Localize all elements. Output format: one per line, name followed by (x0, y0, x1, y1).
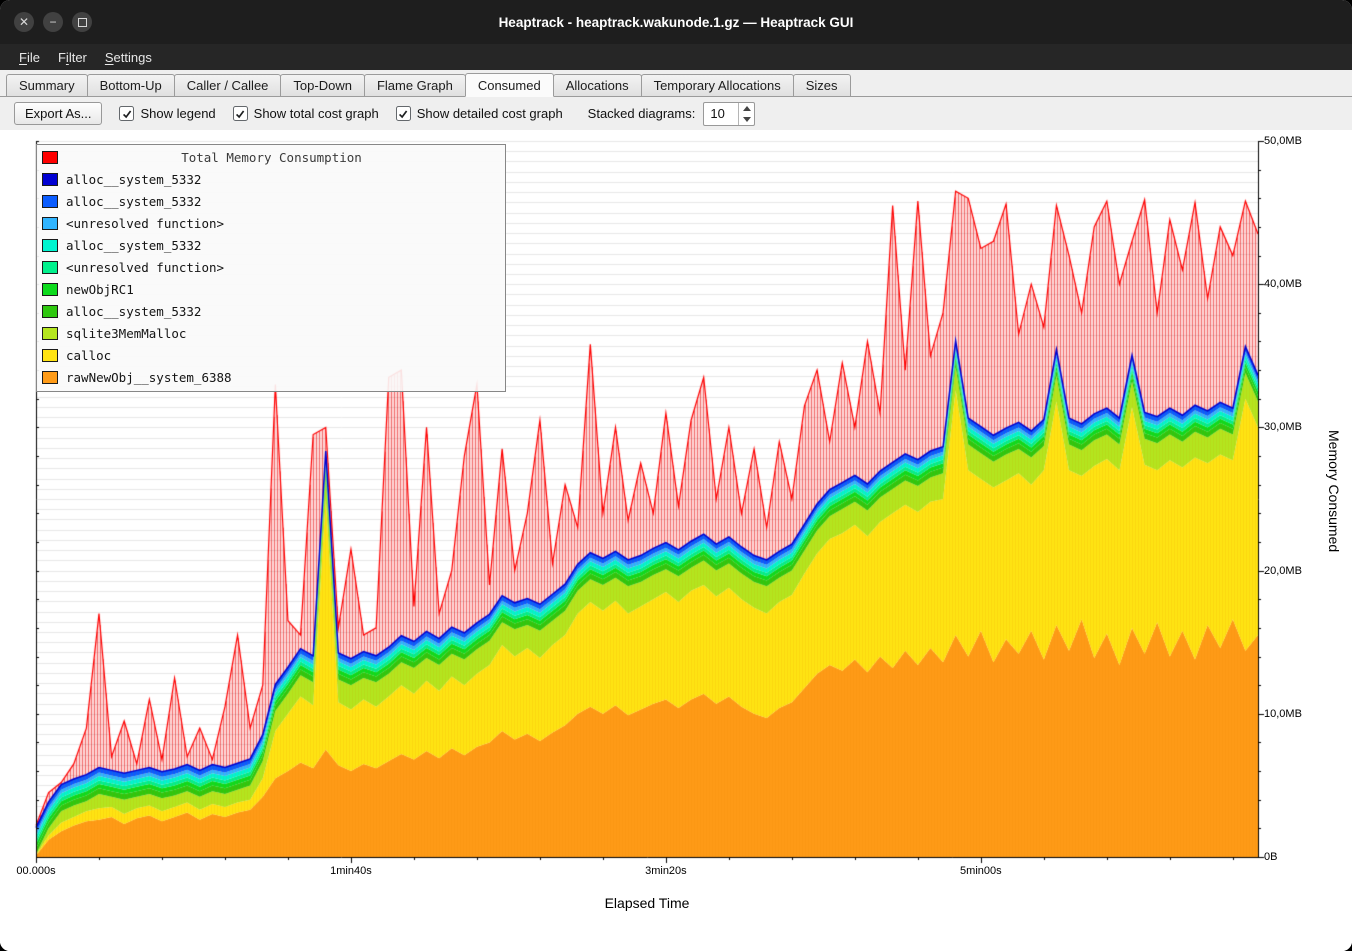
legend-item-label: <unresolved function> (66, 260, 224, 275)
legend-swatch (42, 151, 58, 164)
checkbox-label: Show detailed cost graph (417, 106, 563, 121)
window-controls: ✕ − (14, 12, 92, 32)
tab-flame-graph[interactable]: Flame Graph (364, 74, 466, 96)
stacked-diagrams-spinbox[interactable]: 10 (703, 102, 755, 126)
x-axis-tick-label: 00.000s (0, 865, 76, 877)
menu-file[interactable]: File (10, 47, 49, 68)
tab-bottom-up[interactable]: Bottom-Up (87, 74, 175, 96)
legend-item: sqlite3MemMalloc (37, 322, 505, 344)
stacked-diagrams-label: Stacked diagrams: (588, 106, 696, 121)
legend-swatch (42, 239, 58, 252)
tab-temporary-allocations[interactable]: Temporary Allocations (641, 74, 794, 96)
checkbox-show-legend[interactable]: Show legend (119, 106, 215, 121)
y-axis-tick-label: 10,0MB (1264, 708, 1302, 720)
close-button[interactable]: ✕ (14, 12, 34, 32)
checkbox-check-icon (234, 108, 246, 120)
legend-title: Total Memory Consumption (66, 150, 477, 165)
legend-item: <unresolved function> (37, 212, 505, 234)
menu-filter[interactable]: Filter (49, 47, 96, 68)
titlebar: ✕ − Heaptrack - heaptrack.wakunode.1.gz … (0, 0, 1352, 44)
x-axis-title: Elapsed Time (36, 895, 1258, 911)
app-window: ✕ − Heaptrack - heaptrack.wakunode.1.gz … (0, 0, 1352, 951)
legend-swatch (42, 371, 58, 384)
legend-swatch (42, 283, 58, 296)
legend-item-label: calloc (66, 348, 111, 363)
legend-item-label: sqlite3MemMalloc (66, 326, 186, 341)
legend-swatch (42, 305, 58, 318)
checkbox-check-icon (397, 108, 409, 120)
chart-area: Total Memory Consumption alloc__system_53… (0, 130, 1352, 951)
y-axis-tick-label: 50,0MB (1264, 135, 1302, 147)
legend-swatch (42, 173, 58, 186)
legend-swatch (42, 217, 58, 230)
spin-down-icon (743, 117, 751, 122)
stacked-diagrams-control: Stacked diagrams: 10 (588, 102, 756, 126)
legend-swatch (42, 195, 58, 208)
spinbox-arrows (738, 103, 754, 125)
legend-item-label: alloc__system_5332 (66, 172, 201, 187)
legend-item: calloc (37, 344, 505, 366)
tab-summary[interactable]: Summary (6, 74, 88, 96)
tab-consumed[interactable]: Consumed (465, 73, 554, 97)
legend-item: alloc__system_5332 (37, 168, 505, 190)
legend-swatch (42, 349, 58, 362)
minimize-button[interactable]: − (43, 12, 63, 32)
checkbox-box[interactable] (233, 106, 248, 121)
legend-item: alloc__system_5332 (37, 300, 505, 322)
tab-sizes[interactable]: Sizes (793, 74, 851, 96)
maximize-icon (78, 18, 87, 27)
window-title: Heaptrack - heaptrack.wakunode.1.gz — He… (0, 15, 1352, 30)
legend-item: alloc__system_5332 (37, 190, 505, 212)
legend-item-label: alloc__system_5332 (66, 304, 201, 319)
y-axis-tick-label: 40,0MB (1264, 278, 1302, 290)
y-axis-tick-label: 20,0MB (1264, 565, 1302, 577)
legend-item: alloc__system_5332 (37, 234, 505, 256)
legend-item-label: newObjRC1 (66, 282, 134, 297)
menu-bar: FileFilterSettings (0, 44, 1352, 70)
x-axis-tick-label: 5min00s (941, 865, 1021, 877)
legend-swatch (42, 261, 58, 274)
legend-item: newObjRC1 (37, 278, 505, 300)
checkbox-check-icon (121, 108, 133, 120)
x-axis-tick-label: 1min40s (311, 865, 391, 877)
legend-item-label: alloc__system_5332 (66, 238, 201, 253)
tab-top-down[interactable]: Top-Down (280, 74, 365, 96)
tab-bar: SummaryBottom-UpCaller / CalleeTop-DownF… (0, 70, 1352, 97)
legend-item-label: <unresolved function> (66, 216, 224, 231)
legend-item-label: rawNewObj__system_6388 (66, 370, 232, 385)
legend-item-label: alloc__system_5332 (66, 194, 201, 209)
spin-up-button[interactable] (739, 103, 754, 114)
spin-up-icon (743, 106, 751, 111)
x-axis-tick-label: 3min20s (626, 865, 706, 877)
legend-swatch (42, 327, 58, 340)
spin-down-button[interactable] (739, 114, 754, 125)
legend-item: <unresolved function> (37, 256, 505, 278)
checkbox-show-detailed-cost-graph[interactable]: Show detailed cost graph (396, 106, 563, 121)
chart-legend: Total Memory Consumption alloc__system_53… (36, 144, 506, 392)
checkbox-label: Show legend (140, 106, 215, 121)
toolbar: Export As... Show legend Show total cost … (0, 97, 1352, 130)
checkbox-box[interactable] (396, 106, 411, 121)
menu-settings[interactable]: Settings (96, 47, 161, 68)
toolbar-checkboxes: Show legend Show total cost graph Show det… (119, 106, 562, 121)
legend-item: rawNewObj__system_6388 (37, 366, 505, 388)
legend-title-row: Total Memory Consumption (37, 146, 505, 168)
stacked-diagrams-value[interactable]: 10 (704, 103, 738, 125)
minimize-icon: − (49, 16, 56, 28)
checkbox-box[interactable] (119, 106, 134, 121)
tab-allocations[interactable]: Allocations (553, 74, 642, 96)
maximize-button[interactable] (72, 12, 92, 32)
checkbox-label: Show total cost graph (254, 106, 379, 121)
y-axis-title: Memory Consumed (1326, 430, 1342, 552)
checkbox-show-total-cost-graph[interactable]: Show total cost graph (233, 106, 379, 121)
y-axis-tick-label: 0B (1264, 851, 1277, 863)
export-as-button[interactable]: Export As... (14, 102, 102, 125)
tab-caller-callee[interactable]: Caller / Callee (174, 74, 282, 96)
y-axis-tick-label: 30,0MB (1264, 421, 1302, 433)
close-icon: ✕ (19, 16, 29, 28)
